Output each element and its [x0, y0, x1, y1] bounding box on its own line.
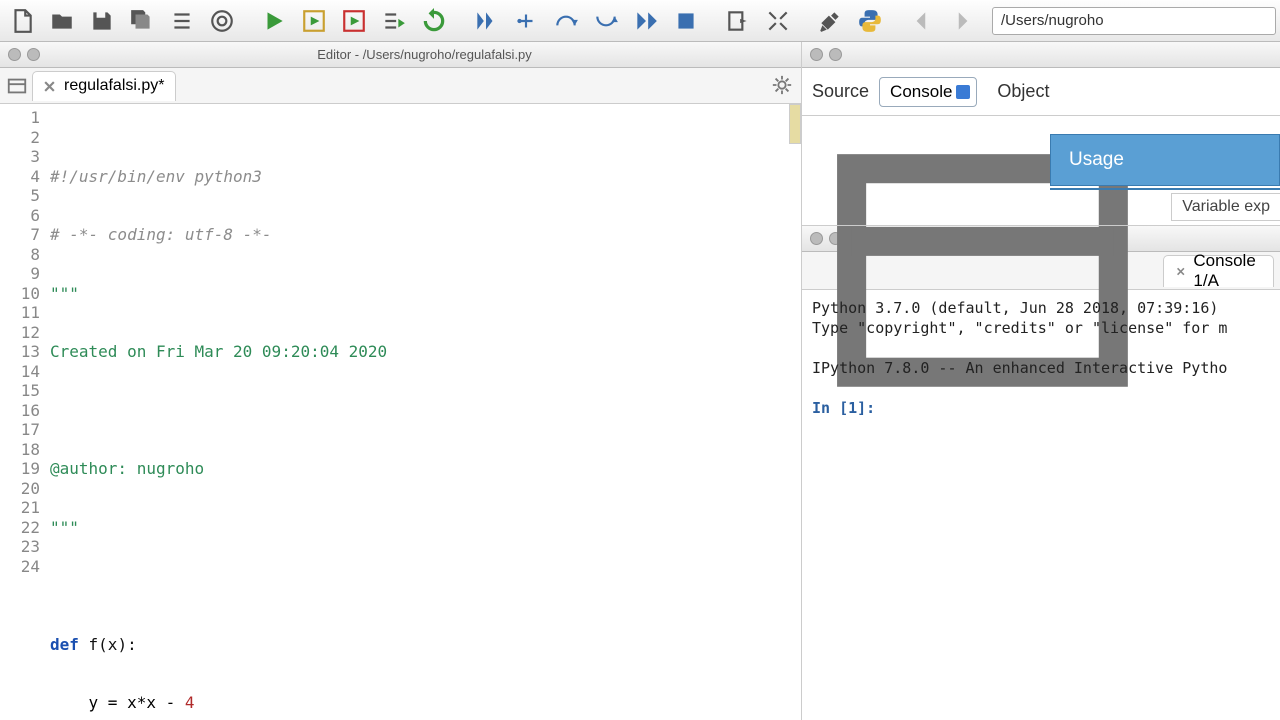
maximize-button[interactable]: [760, 3, 796, 39]
debug-step-button[interactable]: [508, 3, 544, 39]
code-area[interactable]: #!/usr/bin/env python3 # -*- coding: utf…: [46, 104, 801, 720]
python-icon[interactable]: [852, 3, 888, 39]
main-toolbar: /Users/nugroho: [0, 0, 1280, 42]
exit-debug-button[interactable]: [720, 3, 756, 39]
debug-step-out-button[interactable]: [588, 3, 624, 39]
editor-options-icon[interactable]: [771, 74, 793, 96]
run-cell-advance-button[interactable]: [336, 3, 372, 39]
help-pane-header: [802, 42, 1280, 68]
console-output[interactable]: Python 3.7.0 (default, Jun 28 2018, 07:3…: [802, 290, 1280, 720]
debug-step-into-button[interactable]: [468, 3, 504, 39]
browse-tabs-icon[interactable]: [6, 75, 28, 97]
at-button[interactable]: [204, 3, 240, 39]
run-selection-button[interactable]: [376, 3, 412, 39]
console-tab[interactable]: Console 1/A: [1163, 255, 1274, 287]
editor-pane-header: Editor - /Users/nugroho/regulafalsi.py: [0, 42, 801, 68]
working-directory-input[interactable]: /Users/nugroho: [992, 7, 1276, 35]
file-tab-label: regulafalsi.py*: [64, 77, 165, 95]
close-tab-icon[interactable]: [43, 80, 56, 93]
save-all-button[interactable]: [124, 3, 160, 39]
pane-close-icon[interactable]: [8, 48, 21, 61]
right-panel: Source Console Object Usage Variable exp…: [802, 42, 1280, 720]
list-button[interactable]: [164, 3, 200, 39]
editor-scrollbar[interactable]: [789, 104, 801, 144]
editor-pane-title: Editor - /Users/nugroho/regulafalsi.py: [48, 47, 801, 62]
console-tab-label: Console 1/A: [1193, 251, 1261, 291]
usage-heading: Usage: [1050, 134, 1280, 186]
run-button[interactable]: [256, 3, 292, 39]
debug-continue-button[interactable]: [628, 3, 664, 39]
debug-step-over-button[interactable]: [548, 3, 584, 39]
file-tab[interactable]: regulafalsi.py*: [32, 71, 176, 101]
pane-opt-icon[interactable]: [829, 48, 842, 61]
debug-stop-button[interactable]: [668, 3, 704, 39]
variable-explorer-tab[interactable]: Variable exp: [1171, 193, 1280, 221]
console-tabbar: Console 1/A: [802, 252, 1280, 290]
preferences-button[interactable]: [812, 3, 848, 39]
usage-divider: [1050, 188, 1280, 190]
back-button[interactable]: [904, 3, 940, 39]
editor-panel: Editor - /Users/nugroho/regulafalsi.py r…: [0, 42, 802, 720]
run-cell-button[interactable]: [296, 3, 332, 39]
new-file-button[interactable]: [4, 3, 40, 39]
help-content: Usage Variable exp: [802, 116, 1280, 226]
console[interactable]: Python 3.7.0 (default, Jun 28 2018, 07:3…: [802, 290, 1280, 720]
forward-button[interactable]: [944, 3, 980, 39]
source-select[interactable]: Console: [879, 77, 977, 107]
main-area: Editor - /Users/nugroho/regulafalsi.py r…: [0, 42, 1280, 720]
pane-close-icon[interactable]: [810, 48, 823, 61]
save-button[interactable]: [84, 3, 120, 39]
close-tab-icon[interactable]: [1176, 265, 1185, 278]
open-file-button[interactable]: [44, 3, 80, 39]
line-number-gutter: 123456789101112131415161718192021222324: [0, 104, 46, 720]
pane-opt-icon[interactable]: [27, 48, 40, 61]
rerun-button[interactable]: [416, 3, 452, 39]
code-editor[interactable]: 123456789101112131415161718192021222324 …: [0, 104, 801, 720]
editor-tabbar: regulafalsi.py*: [0, 68, 801, 104]
